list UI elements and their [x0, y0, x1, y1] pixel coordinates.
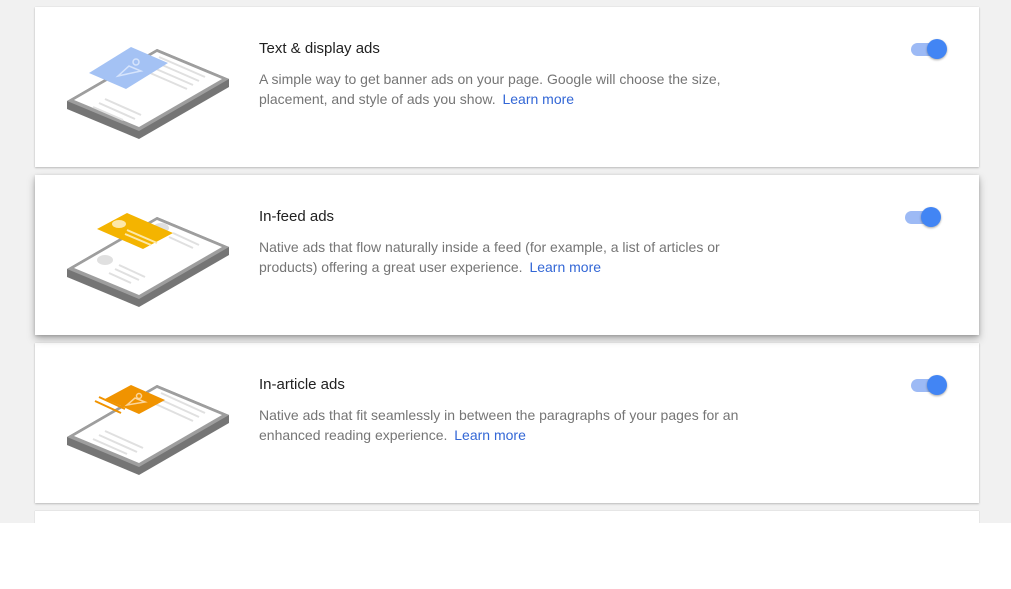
ad-type-description: Native ads that flow naturally inside a … — [259, 239, 720, 275]
ad-type-card-partial[interactable] — [35, 511, 979, 523]
ad-type-title: In-article ads — [259, 376, 345, 393]
ad-type-title: Text & display ads — [259, 40, 380, 57]
phone-banner-ad-icon — [65, 33, 230, 141]
learn-more-link[interactable]: Learn more — [502, 91, 574, 107]
phone-inarticle-ad-icon — [65, 369, 230, 477]
ad-type-description: Native ads that fit seamlessly in betwee… — [259, 407, 739, 443]
ad-type-card-in-feed[interactable]: In-feed ads Native ads that flow natural… — [35, 175, 979, 335]
learn-more-link[interactable]: Learn more — [529, 259, 601, 275]
toggle-knob — [927, 375, 947, 395]
ad-type-card-text-display[interactable]: Text & display ads A simple way to get b… — [35, 7, 979, 167]
phone-infeed-ad-icon — [65, 201, 230, 309]
in-article-ads-toggle[interactable] — [909, 373, 949, 397]
learn-more-link[interactable]: Learn more — [454, 427, 526, 443]
in-feed-ads-toggle[interactable] — [903, 205, 943, 229]
toggle-knob — [921, 207, 941, 227]
ad-type-description: A simple way to get banner ads on your p… — [259, 71, 721, 107]
toggle-knob — [927, 39, 947, 59]
ad-type-card-in-article[interactable]: In-article ads Native ads that fit seaml… — [35, 343, 979, 503]
ad-type-title: In-feed ads — [259, 208, 335, 225]
text-display-ads-toggle[interactable] — [909, 37, 949, 61]
ad-types-list: Text & display ads A simple way to get b… — [0, 0, 1011, 523]
